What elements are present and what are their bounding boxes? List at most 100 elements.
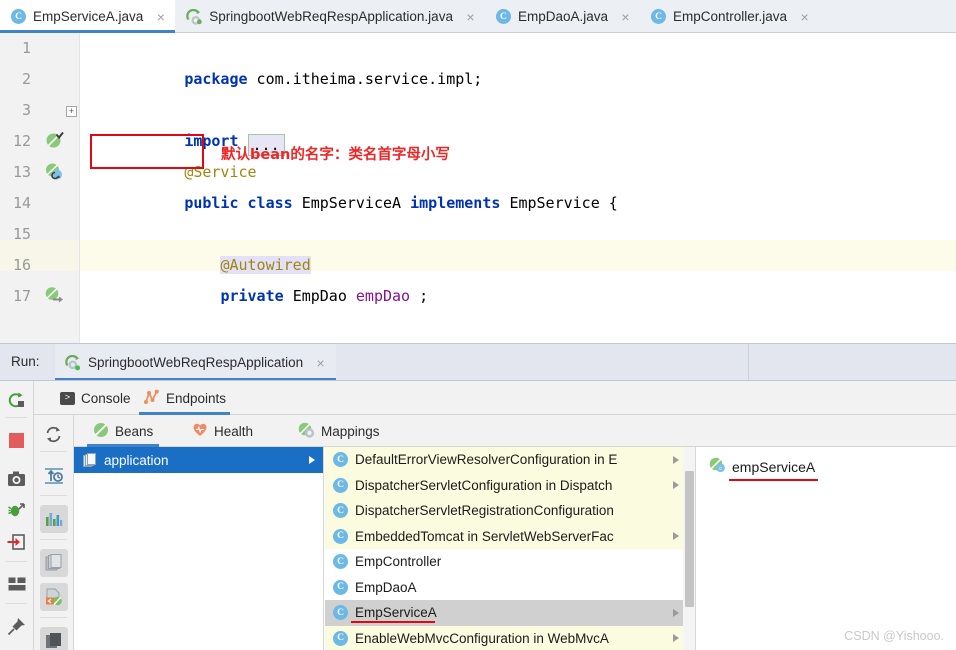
timeline-icon[interactable] bbox=[39, 461, 69, 491]
application-icon bbox=[83, 452, 97, 468]
tree-item-application[interactable]: application bbox=[74, 447, 323, 473]
run-configuration-tab[interactable]: SpringbootWebReqRespApplication × bbox=[55, 344, 337, 381]
layout-icon[interactable] bbox=[4, 571, 30, 597]
diagram-icon[interactable] bbox=[39, 583, 68, 611]
tab-console[interactable]: > Console bbox=[54, 381, 137, 415]
line-number: 16 bbox=[12, 256, 31, 274]
list-item[interactable]: C DispatcherServletConfiguration in Disp… bbox=[325, 472, 695, 498]
beans-list-scrollbar[interactable] bbox=[683, 447, 695, 650]
tab-mappings[interactable]: Mappings bbox=[292, 415, 386, 447]
stack-icon[interactable] bbox=[39, 627, 68, 650]
close-icon[interactable]: × bbox=[465, 10, 476, 24]
editor-tab-empcontroller[interactable]: C EmpController.java × bbox=[640, 0, 819, 33]
list-item[interactable]: C EnableWebMvcConfiguration in WebMvcA bbox=[325, 625, 695, 650]
pin-icon[interactable] bbox=[4, 613, 30, 639]
chevron-right-icon bbox=[673, 532, 679, 541]
health-heart-icon bbox=[192, 422, 208, 440]
code-line-16: private EmpDao empDao ; bbox=[80, 250, 956, 305]
editor-tab-label: SpringbootWebReqRespApplication.java bbox=[209, 9, 453, 24]
java-class-icon: C bbox=[333, 528, 348, 544]
run-sub-tabs: > Console Endpoints bbox=[34, 381, 956, 415]
tab-beans[interactable]: Beans bbox=[87, 415, 160, 447]
bean-label: EmpController bbox=[355, 554, 442, 570]
java-class-icon: C bbox=[333, 503, 348, 519]
code-line-13: public class EmpServiceA implements EmpS… bbox=[80, 157, 956, 212]
toolbar-divider bbox=[40, 451, 67, 452]
bean-label: DispatcherServletConfiguration in Dispat… bbox=[355, 477, 613, 493]
refresh-icon[interactable] bbox=[41, 421, 67, 447]
editor-tab-springbootwebreqrespapplication[interactable]: SpringbootWebReqRespApplication.java × bbox=[175, 0, 485, 33]
selected-bean-underline bbox=[351, 620, 435, 623]
bean-detail-entry[interactable]: c empServiceA bbox=[709, 457, 815, 476]
editor-tab-empservicea[interactable]: C EmpServiceA.java × bbox=[0, 0, 176, 33]
close-icon[interactable]: × bbox=[155, 10, 166, 24]
bean-icon bbox=[93, 422, 109, 441]
chevron-right-icon bbox=[673, 455, 679, 464]
run-header-divider bbox=[748, 344, 749, 381]
rerun-icon[interactable] bbox=[4, 387, 30, 413]
beans-list-column[interactable]: C DefaultErrorViewResolverConfiguration … bbox=[325, 447, 696, 650]
spring-bean-navigate-gutter-icon[interactable] bbox=[45, 162, 64, 181]
endpoints-icon bbox=[143, 389, 160, 407]
bean-label: DefaultErrorViewResolverConfiguration in… bbox=[355, 452, 618, 468]
list-item[interactable]: C EmpController bbox=[325, 549, 695, 575]
bean-detail-underline bbox=[729, 479, 818, 481]
editor-code-area[interactable]: package com.itheima.service.impl; import… bbox=[80, 33, 956, 343]
import-icon[interactable] bbox=[4, 529, 30, 555]
code-line-15: @Autowired bbox=[80, 219, 956, 274]
spring-boot-app-icon bbox=[186, 8, 203, 25]
debug-icon[interactable] bbox=[4, 497, 30, 523]
code-line-3: import ... bbox=[80, 95, 956, 156]
tree-item-label: application bbox=[104, 452, 169, 468]
line-number: 15 bbox=[12, 225, 31, 243]
run-endpoints-toolbar bbox=[34, 415, 74, 650]
toolbar-divider bbox=[6, 603, 27, 604]
copy-icon[interactable] bbox=[39, 549, 68, 577]
tab-endpoints[interactable]: Endpoints bbox=[137, 381, 232, 415]
close-icon[interactable]: × bbox=[315, 356, 326, 370]
list-item[interactable]: C DispatcherServletRegistrationConfigura… bbox=[325, 498, 695, 524]
line-number: 3 bbox=[21, 101, 31, 119]
console-icon: > bbox=[60, 391, 75, 405]
tab-label: Endpoints bbox=[166, 390, 227, 406]
toolbar-divider bbox=[40, 617, 67, 618]
watermark: CSDN @Yishooo. bbox=[844, 629, 944, 643]
toolbar-divider bbox=[40, 539, 67, 540]
list-item[interactable]: C DefaultErrorViewResolverConfiguration … bbox=[325, 447, 695, 473]
spring-bean-gutter-icon[interactable] bbox=[45, 131, 64, 150]
spring-bean-autowire-gutter-icon[interactable] bbox=[45, 286, 64, 305]
editor-tab-label: EmpServiceA.java bbox=[33, 9, 144, 24]
scrollbar-thumb[interactable] bbox=[685, 471, 694, 607]
editor-gutter[interactable]: 1 2 3 12 13 14 15 16 17 + bbox=[0, 33, 80, 343]
chart-icon[interactable] bbox=[39, 505, 68, 533]
run-configuration-name: SpringbootWebReqRespApplication bbox=[88, 355, 304, 370]
camera-icon[interactable] bbox=[4, 465, 30, 491]
list-item-selected[interactable]: C EmpServiceA bbox=[325, 600, 695, 626]
bean-detail-column[interactable]: c empServiceA bbox=[697, 447, 956, 650]
java-class-icon: C bbox=[333, 630, 348, 646]
spring-boot-run-icon bbox=[65, 354, 81, 371]
editor-tab-empdaoa[interactable]: C EmpDaoA.java × bbox=[485, 0, 640, 33]
chevron-right-icon bbox=[673, 608, 679, 617]
editor-tab-bar: C EmpServiceA.java × SpringbootWebReqRes… bbox=[0, 0, 956, 33]
run-label: Run: bbox=[11, 354, 40, 369]
stop-icon[interactable] bbox=[4, 427, 30, 453]
endpoints-tab-row: Beans Health Mappings bbox=[74, 415, 956, 447]
java-class-icon: C bbox=[333, 605, 348, 621]
tab-health[interactable]: Health bbox=[186, 415, 259, 447]
run-panel-body: > Console Endpoints Beans Health Mapping… bbox=[0, 380, 956, 650]
close-icon[interactable]: × bbox=[620, 10, 631, 24]
mappings-icon bbox=[298, 422, 315, 441]
list-item[interactable]: C EmpDaoA bbox=[325, 575, 695, 601]
beans-tree-column[interactable]: application bbox=[74, 447, 324, 650]
bean-detail-name: empServiceA bbox=[732, 458, 816, 475]
close-icon[interactable]: × bbox=[799, 10, 810, 24]
code-editor[interactable]: 1 2 3 12 13 14 15 16 17 + package com.it… bbox=[0, 33, 956, 343]
line-number: 13 bbox=[12, 163, 31, 181]
ide-window: C EmpServiceA.java × SpringbootWebReqRes… bbox=[0, 0, 956, 650]
editor-tab-label: EmpDaoA.java bbox=[517, 9, 608, 24]
list-item[interactable]: C EmbeddedTomcat in ServletWebServerFac bbox=[325, 523, 695, 549]
fold-toggle-icon[interactable]: + bbox=[66, 106, 77, 117]
